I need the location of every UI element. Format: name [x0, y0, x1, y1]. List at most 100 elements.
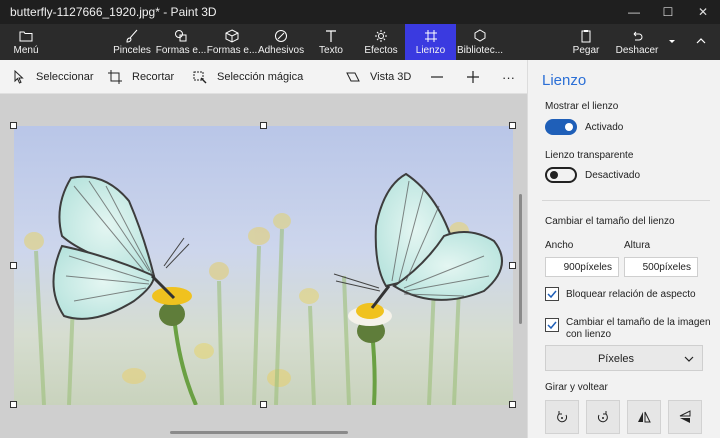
brush-icon: [126, 29, 138, 43]
transparent-canvas-toggle[interactable]: [545, 167, 577, 183]
magic-select-button[interactable]: Selección mágica: [193, 60, 303, 94]
3d-view-button[interactable]: Vista 3D: [346, 60, 411, 94]
magic-select-label: Selección mágica: [217, 71, 304, 83]
select-tool-button[interactable]: Seleccionar: [12, 60, 93, 94]
transparent-canvas-label: Lienzo transparente: [545, 150, 634, 161]
canvas-image[interactable]: [14, 126, 513, 405]
undo-label: Deshacer: [615, 44, 659, 56]
window-title: butterfly-1127666_1920.jpg* - Paint 3D: [10, 5, 217, 19]
maximize-button[interactable]: ☐: [651, 0, 685, 24]
show-canvas-toggle[interactable]: [545, 119, 577, 135]
butterfly-photo: [14, 126, 513, 405]
crop-icon: [108, 70, 122, 84]
resize-image-label-line1: Cambiar el tamaño de la imagen: [566, 317, 711, 328]
rotate-right-button[interactable]: [586, 400, 620, 434]
menu-button[interactable]: Menú: [6, 24, 46, 60]
crop-tool-label: Recortar: [132, 71, 175, 83]
resize-handle-top-left[interactable]: [10, 122, 17, 129]
ribbon: Menú Pinceles Formas e... Formas e... Ad…: [0, 24, 720, 60]
lock-aspect-checkbox[interactable]: [545, 287, 559, 301]
checkmark-icon: [547, 290, 557, 299]
resize-handle-bottom[interactable]: [260, 401, 267, 408]
canvas-workspace[interactable]: [0, 94, 527, 438]
magic-select-icon: [193, 71, 207, 84]
zoom-out-button[interactable]: [430, 60, 444, 94]
rotate-right-icon: [597, 411, 608, 423]
tab-label: Lienzo: [415, 44, 446, 56]
height-input[interactable]: 500píxeles: [624, 257, 698, 277]
history-dropdown[interactable]: [664, 24, 680, 60]
resize-handle-top[interactable]: [260, 122, 267, 129]
tab-label: Pinceles: [113, 44, 151, 56]
sticker-icon: [275, 29, 287, 42]
canvas-icon: [424, 29, 437, 42]
resize-handle-bottom-right[interactable]: [509, 401, 516, 408]
collapse-ribbon-button[interactable]: [690, 24, 712, 60]
minimize-button[interactable]: —: [617, 0, 651, 24]
2d-shapes-icon: [175, 29, 187, 41]
3d-shapes-icon: [225, 28, 239, 43]
resize-handle-bottom-left[interactable]: [10, 401, 17, 408]
paste-label: Pegar: [572, 44, 600, 56]
panel-title: Lienzo: [542, 72, 587, 89]
resize-handle-left[interactable]: [10, 262, 17, 269]
show-canvas-state: Activado: [585, 122, 624, 133]
crop-tool-button[interactable]: Recortar: [108, 60, 174, 94]
clipboard-icon: [581, 29, 591, 42]
menu-label: Menú: [13, 44, 39, 56]
undo-button[interactable]: Deshacer: [616, 24, 658, 60]
pointer-icon: [14, 70, 24, 84]
tab-text[interactable]: Texto: [314, 24, 348, 60]
tab-label: Adhesivos: [257, 44, 305, 56]
unit-select-value: Píxeles: [597, 353, 635, 365]
tab-label: Formas e...: [155, 44, 207, 56]
resize-image-label-line2: con lienzo: [566, 329, 612, 340]
paste-button[interactable]: Pegar: [570, 24, 602, 60]
canvas-toolbar: Seleccionar Recortar Selección mágica Vi…: [0, 60, 527, 94]
effects-icon: [375, 29, 387, 42]
3d-view-icon: [346, 72, 360, 82]
transparent-canvas-state: Desactivado: [585, 170, 641, 181]
rotate-left-button[interactable]: [545, 400, 579, 434]
tab-stickers[interactable]: Adhesivos: [257, 24, 305, 60]
tab-canvas[interactable]: Lienzo: [405, 24, 456, 60]
resize-handle-right[interactable]: [509, 262, 516, 269]
tab-2d-shapes[interactable]: Formas e...: [155, 24, 207, 60]
vertical-scrollbar[interactable]: [519, 194, 522, 324]
tab-brushes[interactable]: Pinceles: [112, 24, 152, 60]
title-bar: butterfly-1127666_1920.jpg* - Paint 3D —…: [0, 0, 720, 24]
unit-select[interactable]: Píxeles: [545, 345, 703, 371]
tab-label: Texto: [319, 44, 343, 56]
zoom-in-button[interactable]: [466, 60, 480, 94]
close-button[interactable]: ✕: [686, 0, 720, 24]
plus-icon: [467, 71, 479, 83]
height-label: Altura: [624, 240, 651, 251]
chevron-up-icon: [696, 38, 706, 44]
flip-horizontal-button[interactable]: [627, 400, 661, 434]
text-icon: [326, 29, 336, 42]
tab-label: Formas e...: [206, 44, 258, 56]
tab-label: Bibliotec...: [456, 44, 504, 56]
tab-label: Efectos: [364, 44, 398, 56]
more-options-button[interactable]: ···: [502, 60, 515, 94]
select-tool-label: Seleccionar: [36, 71, 94, 83]
resize-image-checkbox[interactable]: [545, 318, 559, 332]
rotate-left-icon: [557, 411, 568, 423]
resize-canvas-heading: Cambiar el tamaño del lienzo: [545, 216, 675, 227]
width-input[interactable]: 900píxeles: [545, 257, 619, 277]
flip-vertical-button[interactable]: [668, 400, 702, 434]
flip-horizontal-icon: [638, 411, 651, 423]
tab-library[interactable]: Bibliotec...: [456, 24, 504, 60]
width-label: Ancho: [545, 240, 574, 251]
canvas-panel: Lienzo Mostrar el lienzo Activado Lienzo…: [527, 60, 720, 438]
minus-icon: [431, 76, 443, 78]
show-canvas-label: Mostrar el lienzo: [545, 101, 619, 112]
tab-3d-shapes[interactable]: Formas e...: [206, 24, 258, 60]
tab-effects[interactable]: Efectos: [363, 24, 399, 60]
3d-view-label: Vista 3D: [370, 71, 412, 83]
horizontal-scrollbar[interactable]: [170, 431, 348, 434]
resize-handle-top-right[interactable]: [509, 122, 516, 129]
rotate-flip-heading: Girar y voltear: [545, 382, 608, 393]
folder-icon: [19, 31, 33, 41]
chevron-down-icon: [684, 356, 694, 362]
